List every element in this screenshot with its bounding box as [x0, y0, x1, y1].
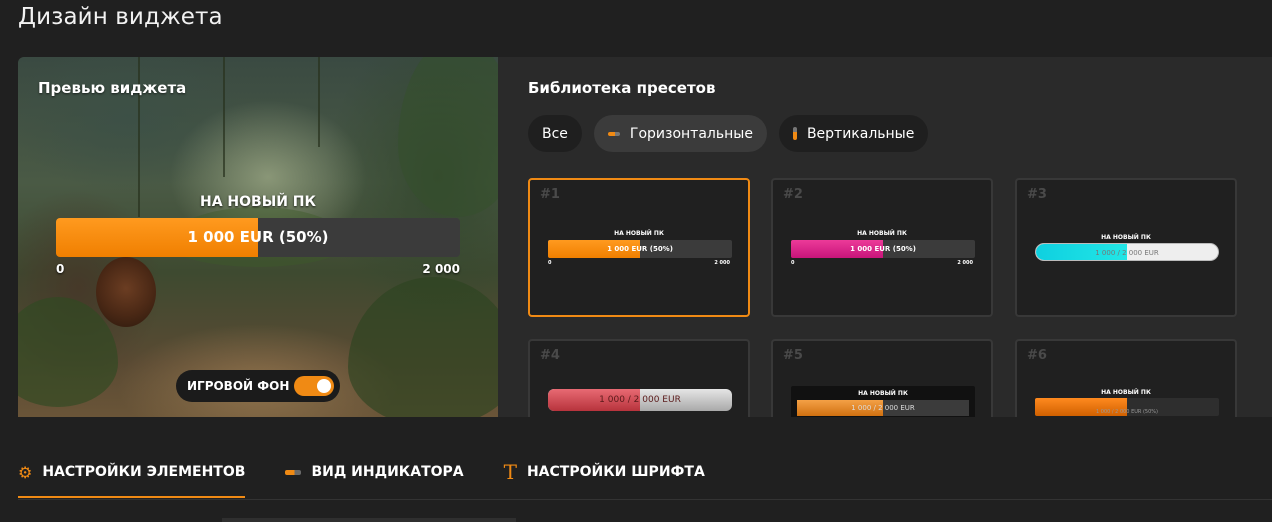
widget-title: НА НОВЫЙ ПК: [200, 194, 316, 210]
preset-number: #2: [783, 187, 803, 202]
tab-element-settings[interactable]: ⚙ НАСТРОЙКИ ЭЛЕМЕНТОВ: [18, 452, 246, 498]
preset-title: НА НОВЫЙ ПК: [857, 230, 907, 237]
tab-font-settings[interactable]: T НАСТРОЙКИ ШРИФТА: [504, 452, 705, 492]
preset-value: 1 000 / 2 000 EUR: [851, 404, 915, 412]
preset-card-1[interactable]: #1 НА НОВЫЙ ПК 1 000 EUR (50%) 0 2 000: [528, 178, 750, 317]
widget-design-panel: Превью виджета НА НОВЫЙ ПК 1 000 EUR (50…: [18, 57, 1272, 417]
preset-number: #1: [540, 187, 560, 202]
preset-min: 0: [548, 260, 552, 266]
gear-icon: ⚙: [18, 462, 33, 482]
preset-max: 2 000: [957, 260, 973, 266]
vertical-bar-icon: [792, 127, 797, 140]
tab-indicator-view[interactable]: ВИД ИНДИКАТОРА: [285, 452, 464, 492]
filter-horizontal[interactable]: Горизонтальные: [593, 115, 767, 152]
widget-progress-bar: 1 000 EUR (50%): [56, 218, 460, 257]
font-t-icon: T: [503, 460, 517, 484]
preset-title: НА НОВЫЙ ПК: [1101, 234, 1151, 241]
preset-card-3[interactable]: #3 НА НОВЫЙ ПК 1 000 / 2 000 EUR: [1015, 178, 1237, 317]
preset-bar: 1 000 EUR (50%): [548, 240, 732, 258]
preset-number: #4: [540, 348, 560, 363]
switch-knob: [317, 379, 331, 393]
preset-number: #5: [783, 348, 803, 363]
preset-value: 1 000 / 2 000 EUR: [1095, 249, 1159, 257]
preset-card-6[interactable]: #6 НА НОВЫЙ ПК 1 000 / 2 000 EUR (50%): [1015, 339, 1237, 417]
tabs-divider: [18, 499, 1272, 500]
preset-value: 1 000 / 2 000 EUR (50%): [1096, 409, 1158, 415]
preset-card-5[interactable]: #5 НА НОВЫЙ ПК 1 000 / 2 000 EUR: [771, 339, 993, 417]
preset-library-title: Библиотека пресетов: [528, 79, 716, 97]
preset-value: 1 000 / 2 000 EUR: [599, 395, 681, 405]
preset-title: НА НОВЫЙ ПК: [858, 390, 908, 397]
filter-vertical-label: Вертикальные: [806, 125, 915, 142]
widget-min-label: 0: [56, 262, 65, 276]
widget-max-label: 2 000: [422, 262, 460, 276]
preset-min: 0: [791, 260, 795, 266]
page-title: Дизайн виджета: [18, 4, 223, 30]
preset-bar: 1 000 EUR (50%): [791, 240, 975, 258]
content-edge: [222, 518, 516, 522]
tab-label: НАСТРОЙКИ ШРИФТА: [526, 464, 705, 480]
vine-decoration: [223, 57, 225, 177]
preset-bar: 1 000 / 2 000 EUR: [1035, 243, 1219, 261]
preset-card-2[interactable]: #2 НА НОВЫЙ ПК 1 000 EUR (50%) 0 2 000: [771, 178, 993, 317]
vine-decoration: [318, 57, 320, 147]
foliage-decoration: [398, 57, 498, 217]
horizontal-bar-icon: [607, 131, 620, 136]
preset-bar: 1 000 / 2 000 EUR (50%): [1035, 398, 1219, 416]
preset-number: #6: [1027, 348, 1047, 363]
preset-bar: 1 000 / 2 000 EUR: [548, 389, 732, 411]
game-background-label: ИГРОВОЙ ФОН: [187, 379, 290, 393]
settings-tabs: ⚙ НАСТРОЙКИ ЭЛЕМЕНТОВ ВИД ИНДИКАТОРА T Н…: [18, 452, 745, 498]
filter-all-label: Все: [542, 125, 568, 142]
tab-label: ВИД ИНДИКАТОРА: [311, 464, 464, 480]
filter-vertical[interactable]: Вертикальные: [778, 115, 929, 152]
barrel-decoration: [96, 257, 156, 327]
indicator-bar-icon: [285, 469, 302, 475]
preset-value: 1 000 EUR (50%): [850, 245, 916, 253]
preview-label: Превью виджета: [38, 79, 187, 97]
widget-preview: Превью виджета НА НОВЫЙ ПК 1 000 EUR (50…: [18, 57, 498, 417]
preset-bar: 1 000 / 2 000 EUR: [797, 400, 969, 416]
preset-number: #3: [1027, 187, 1047, 202]
preset-frame: НА НОВЫЙ ПК 1 000 / 2 000 EUR: [791, 386, 975, 417]
preset-max: 2 000: [714, 260, 730, 266]
foliage-decoration: [348, 277, 498, 417]
game-background-toggle[interactable]: ИГРОВОЙ ФОН: [176, 370, 340, 402]
game-background-switch[interactable]: [294, 376, 334, 396]
preset-filters: Все Горизонтальные Вертикальные: [528, 115, 929, 152]
preset-card-4[interactable]: #4 1 000 / 2 000 EUR: [528, 339, 750, 417]
preset-value: 1 000 EUR (50%): [607, 245, 673, 253]
preset-title: НА НОВЫЙ ПК: [614, 230, 664, 237]
preset-title: НА НОВЫЙ ПК: [1101, 389, 1151, 396]
widget-value-text: 1 000 EUR (50%): [187, 228, 329, 246]
tab-label: НАСТРОЙКИ ЭЛЕМЕНТОВ: [42, 464, 246, 480]
filter-horizontal-label: Горизонтальные: [629, 125, 753, 142]
filter-all[interactable]: Все: [528, 115, 582, 152]
